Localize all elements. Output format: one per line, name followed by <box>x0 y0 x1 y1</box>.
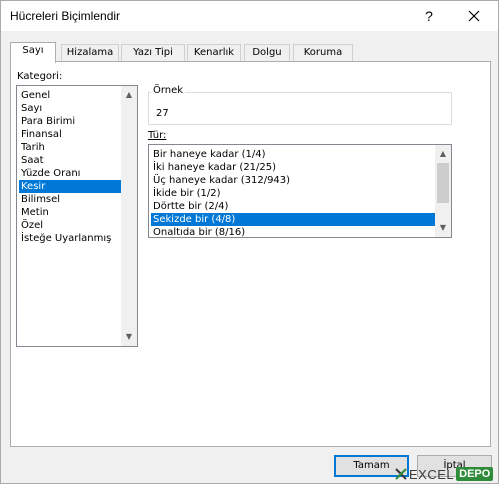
scroll-up-icon[interactable]: ▲ <box>121 88 137 102</box>
type-list[interactable]: Bir haneye kadar (1/4) İki haneye kadar … <box>148 144 452 238</box>
help-button[interactable]: ? <box>414 5 444 27</box>
type-item-iki-haneye[interactable]: İki haneye kadar (21/25) <box>151 161 435 174</box>
category-item-kesir[interactable]: Kesir <box>19 180 121 193</box>
title-bar: Hücreleri Biçimlendir ? <box>1 1 498 31</box>
tab-yazi-tipi[interactable]: Yazı Tipi <box>121 44 185 62</box>
category-label: Kategori: <box>17 71 63 82</box>
close-button[interactable] <box>459 5 489 27</box>
type-scrollbar[interactable]: ▲ ▼ <box>435 145 451 237</box>
tab-koruma[interactable]: Koruma <box>293 44 353 62</box>
watermark-text: EXCEL <box>409 466 455 482</box>
type-item-dortte-bir[interactable]: Dörtte bir (2/4) <box>151 200 435 213</box>
category-item-genel[interactable]: Genel <box>19 89 121 102</box>
scroll-up-icon[interactable]: ▲ <box>435 147 451 161</box>
dialog-title: Hücreleri Biçimlendir <box>10 9 121 23</box>
watermark-logo: EXCEL DEPO <box>395 463 494 484</box>
x-logo-icon <box>395 468 407 480</box>
scroll-down-icon[interactable]: ▼ <box>121 330 137 344</box>
format-cells-dialog: Hücreleri Biçimlendir ? Sayı Hizalama Ya… <box>0 0 499 484</box>
type-item-ikide-bir[interactable]: İkide bir (1/2) <box>151 187 435 200</box>
category-item-tarih[interactable]: Tarih <box>19 141 121 154</box>
type-item-onaltida-bir[interactable]: Onaltıda bir (8/16) <box>151 226 435 237</box>
category-list[interactable]: Genel Sayı Para Birimi Finansal Tarih Sa… <box>16 85 138 347</box>
sample-value: 27 <box>156 108 169 119</box>
category-item-saat[interactable]: Saat <box>19 154 121 167</box>
category-item-istege-uyarlanmis[interactable]: İsteğe Uyarlanmış <box>19 232 121 245</box>
type-item-bir-haneye[interactable]: Bir haneye kadar (1/4) <box>151 148 435 161</box>
category-scrollbar[interactable]: ▲ ▼ <box>121 86 137 346</box>
tab-sayi[interactable]: Sayı <box>10 42 56 63</box>
sample-group: 27 <box>148 92 452 125</box>
type-label: Tür: <box>148 130 167 141</box>
type-item-sekizde-bir[interactable]: Sekizde bir (4/8) <box>151 213 435 226</box>
category-item-sayi[interactable]: Sayı <box>19 102 121 115</box>
category-item-bilimsel[interactable]: Bilimsel <box>19 193 121 206</box>
sample-label: Örnek <box>151 85 186 96</box>
scroll-thumb[interactable] <box>437 163 449 203</box>
category-item-para-birimi[interactable]: Para Birimi <box>19 115 121 128</box>
tab-hizalama[interactable]: Hizalama <box>61 44 119 62</box>
scroll-down-icon[interactable]: ▼ <box>435 221 451 235</box>
category-item-yuzde-orani[interactable]: Yüzde Oranı <box>19 167 121 180</box>
type-item-uc-haneye[interactable]: Üç haneye kadar (312/943) <box>151 174 435 187</box>
category-item-ozel[interactable]: Özel <box>19 219 121 232</box>
tab-dolgu[interactable]: Dolgu <box>244 44 290 62</box>
tab-kenarlik[interactable]: Kenarlık <box>187 44 241 62</box>
close-icon <box>468 10 480 22</box>
watermark-badge: DEPO <box>456 467 494 481</box>
category-item-finansal[interactable]: Finansal <box>19 128 121 141</box>
category-item-metin[interactable]: Metin <box>19 206 121 219</box>
